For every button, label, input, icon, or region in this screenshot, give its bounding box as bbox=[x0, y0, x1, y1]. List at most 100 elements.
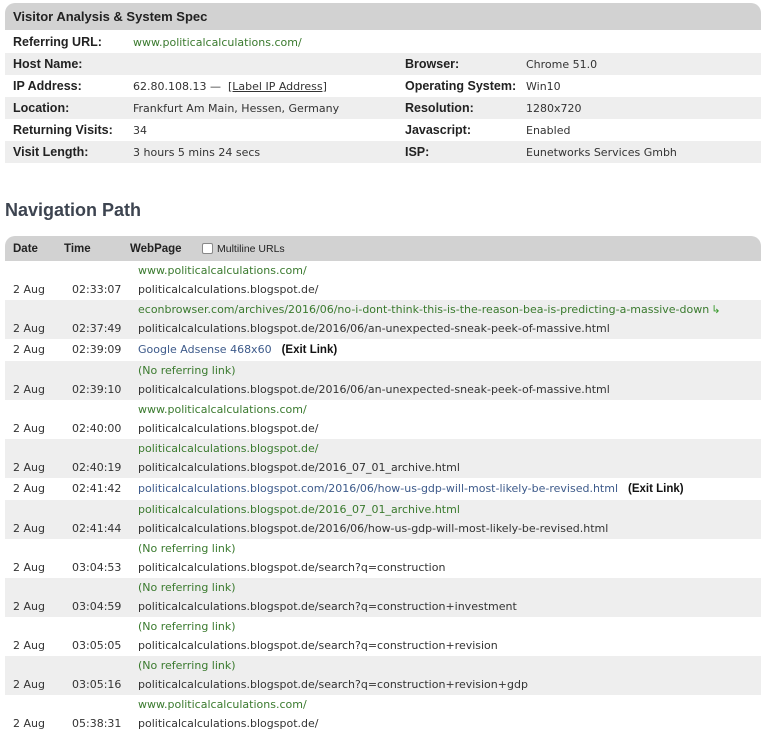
row-webpage: politicalcalculations.blogspot.de/ bbox=[138, 283, 319, 296]
spec-row-visit-length: Visit Length: 3 hours 5 mins 24 secs ISP… bbox=[5, 141, 761, 163]
referring-link-cell: econbrowser.com/archives/2016/06/no-i-do… bbox=[138, 303, 720, 316]
row-date: 2 Aug bbox=[13, 283, 45, 296]
ip-address-cell: 62.80.108.13 — [Label IP Address] bbox=[133, 80, 397, 93]
isp-value: Eunetworks Services Gmbh bbox=[526, 145, 677, 159]
table-row: 2 Aug 02:39:09 Google Adsense 468x60 (Exi… bbox=[5, 339, 761, 361]
browser-value: Chrome 51.0 bbox=[526, 57, 598, 71]
row-date: 2 Aug bbox=[13, 482, 45, 495]
referring-url-link[interactable]: www.politicalcalculations.com/ bbox=[133, 36, 302, 49]
system-spec-table: Referring URL: www.politicalcalculations… bbox=[5, 31, 761, 163]
referring-link[interactable]: www.politicalcalculations.com/ bbox=[138, 403, 307, 416]
row-date: 2 Aug bbox=[13, 678, 45, 691]
row-date: 2 Aug bbox=[13, 383, 45, 396]
row-time: 02:33:07 bbox=[72, 283, 122, 296]
table-row: www.politicalcalculations.com/ 2 Aug 02:… bbox=[5, 261, 761, 300]
returning-visits-label: Returning Visits: bbox=[13, 123, 113, 137]
navigation-path-title: Navigation Path bbox=[5, 200, 142, 220]
row-date: 2 Aug bbox=[13, 343, 45, 356]
spec-row-ip: IP Address: 62.80.108.13 — [Label IP Add… bbox=[5, 75, 761, 97]
referring-link[interactable]: www.politicalcalculations.com/ bbox=[138, 698, 307, 711]
row-webpage-cell: politicalcalculations.blogspot.com/2016/… bbox=[138, 482, 684, 495]
row-webpage: politicalcalculations.blogspot.de/search… bbox=[138, 561, 446, 574]
location-value: Frankfurt Am Main, Hessen, Germany bbox=[133, 101, 340, 115]
referring-link: (No referring link) bbox=[138, 620, 236, 633]
referring-link[interactable]: econbrowser.com/archives/2016/06/no-i-do… bbox=[138, 303, 709, 316]
exit-link[interactable]: Google Adsense 468x60 bbox=[138, 343, 272, 356]
row-webpage: politicalcalculations.blogspot.de/search… bbox=[138, 639, 498, 652]
spec-row-returning: Returning Visits: 34 Javascript: Enabled bbox=[5, 119, 761, 141]
row-webpage: politicalcalculations.blogspot.de/search… bbox=[138, 678, 528, 691]
visitor-analysis-header: Visitor Analysis & System Spec bbox=[5, 3, 761, 30]
referring-link: (No referring link) bbox=[138, 364, 236, 377]
visit-length-value: 3 hours 5 mins 24 secs bbox=[133, 145, 261, 159]
column-webpage: WebPage bbox=[130, 242, 182, 255]
row-time: 02:41:44 bbox=[72, 522, 122, 535]
row-time: 02:40:00 bbox=[72, 422, 122, 435]
os-value: Win10 bbox=[526, 79, 561, 93]
row-time: 03:04:53 bbox=[72, 561, 122, 574]
resolution-value: 1280x720 bbox=[526, 101, 582, 115]
row-date: 2 Aug bbox=[13, 717, 45, 730]
row-date: 2 Aug bbox=[13, 522, 45, 535]
referring-link[interactable]: politicalcalculations.blogspot.de/2016_0… bbox=[138, 503, 460, 516]
row-date: 2 Aug bbox=[13, 322, 45, 335]
referring-link[interactable]: politicalcalculations.blogspot.de/ bbox=[138, 442, 318, 455]
column-time: Time bbox=[64, 242, 91, 255]
javascript-value: Enabled bbox=[526, 123, 571, 137]
label-ip-address-link[interactable]: [Label IP Address] bbox=[228, 80, 327, 93]
navigation-table-header: Date Time WebPage Multiline URLs bbox=[5, 236, 761, 261]
row-webpage: politicalcalculations.blogspot.de/search… bbox=[138, 600, 517, 613]
row-time: 02:37:49 bbox=[72, 322, 122, 335]
table-row: econbrowser.com/archives/2016/06/no-i-do… bbox=[5, 300, 761, 339]
referring-link[interactable]: www.politicalcalculations.com/ bbox=[138, 264, 307, 277]
table-row: 2 Aug 02:41:42 politicalcalculations.blo… bbox=[5, 478, 761, 500]
row-time: 02:39:09 bbox=[72, 343, 122, 356]
row-time: 03:05:05 bbox=[72, 639, 122, 652]
column-date: Date bbox=[13, 242, 38, 255]
referring-url-label: Referring URL: bbox=[13, 35, 102, 49]
spec-row-referring-url: Referring URL: www.politicalcalculations… bbox=[5, 31, 761, 53]
navigation-path-table: www.politicalcalculations.com/ 2 Aug 02:… bbox=[5, 261, 761, 732]
exit-link[interactable]: politicalcalculations.blogspot.com/2016/… bbox=[138, 482, 618, 495]
table-row: (No referring link) 2 Aug 03:05:05 polit… bbox=[5, 617, 761, 656]
row-webpage: politicalcalculations.blogspot.de/ bbox=[138, 717, 319, 730]
table-row: (No referring link) 2 Aug 03:04:53 polit… bbox=[5, 539, 761, 578]
row-time: 02:39:10 bbox=[72, 383, 122, 396]
ip-address-label: IP Address: bbox=[13, 79, 82, 93]
resolution-label: Resolution: bbox=[405, 101, 474, 115]
table-row: (No referring link) 2 Aug 03:05:16 polit… bbox=[5, 656, 761, 695]
row-date: 2 Aug bbox=[13, 461, 45, 474]
table-row: www.politicalcalculations.com/ 2 Aug 02:… bbox=[5, 400, 761, 439]
table-row: (No referring link) 2 Aug 02:39:10 polit… bbox=[5, 361, 761, 400]
row-time: 03:04:59 bbox=[72, 600, 122, 613]
row-webpage: politicalcalculations.blogspot.de/2016/0… bbox=[138, 522, 609, 535]
spec-row-host: Host Name: Browser: Chrome 51.0 bbox=[5, 53, 761, 75]
table-row: politicalcalculations.blogspot.de/2016_0… bbox=[5, 500, 761, 539]
table-row: www.politicalcalculations.com/ 2 Aug 05:… bbox=[5, 695, 761, 732]
browser-label: Browser: bbox=[405, 57, 460, 71]
row-webpage: politicalcalculations.blogspot.de/2016/0… bbox=[138, 322, 610, 335]
location-label: Location: bbox=[13, 101, 70, 115]
row-date: 2 Aug bbox=[13, 422, 45, 435]
table-row: politicalcalculations.blogspot.de/ 2 Aug… bbox=[5, 439, 761, 478]
row-time: 05:38:31 bbox=[72, 717, 122, 730]
external-link-icon[interactable]: ↳ bbox=[711, 303, 720, 316]
row-webpage: politicalcalculations.blogspot.de/ bbox=[138, 422, 319, 435]
multiline-urls-checkbox[interactable] bbox=[202, 243, 213, 254]
multiline-urls-toggle[interactable]: Multiline URLs bbox=[202, 243, 285, 255]
multiline-urls-label: Multiline URLs bbox=[217, 242, 285, 255]
host-name-label: Host Name: bbox=[13, 57, 83, 71]
row-time: 02:41:42 bbox=[72, 482, 122, 495]
referring-link: (No referring link) bbox=[138, 659, 236, 672]
row-date: 2 Aug bbox=[13, 600, 45, 613]
row-time: 03:05:16 bbox=[72, 678, 122, 691]
row-webpage: politicalcalculations.blogspot.de/2016_0… bbox=[138, 461, 460, 474]
row-time: 02:40:19 bbox=[72, 461, 122, 474]
visit-length-label: Visit Length: bbox=[13, 145, 89, 159]
referring-link: (No referring link) bbox=[138, 542, 236, 555]
exit-link-tag: (Exit Link) bbox=[281, 344, 338, 356]
row-date: 2 Aug bbox=[13, 639, 45, 652]
row-webpage: politicalcalculations.blogspot.de/2016/0… bbox=[138, 383, 610, 396]
exit-link-tag: (Exit Link) bbox=[628, 483, 684, 495]
row-webpage-cell: Google Adsense 468x60 (Exit Link) bbox=[138, 343, 337, 356]
